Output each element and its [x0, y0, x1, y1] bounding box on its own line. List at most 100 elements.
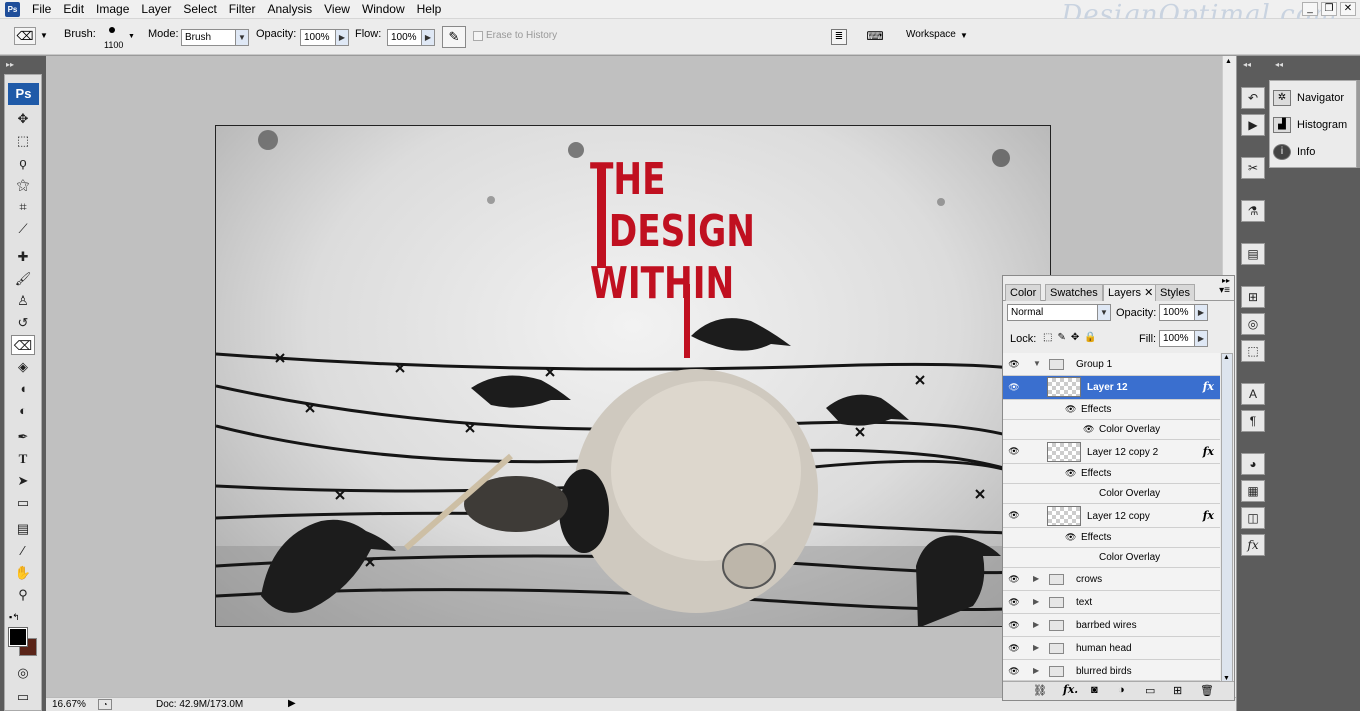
menu-edit[interactable]: Edit: [57, 2, 90, 17]
zoom-level[interactable]: 16.67%: [52, 699, 86, 710]
group-collapsed-icon[interactable]: ▶: [1033, 574, 1039, 583]
group-expanded-icon[interactable]: ▼: [1033, 359, 1041, 368]
opacity-slider-icon[interactable]: ▶: [335, 29, 349, 46]
brush-picker-chevron-icon[interactable]: ▼: [128, 33, 135, 40]
group-row-crows[interactable]: 👁 ▶ crows: [1003, 568, 1220, 591]
paragraph-panel-icon[interactable]: ¶: [1241, 410, 1265, 432]
effects-eye-icon[interactable]: 👁: [1065, 532, 1076, 543]
adjustment-layer-icon[interactable]: ◑: [1118, 684, 1125, 696]
path-selection-tool-icon[interactable]: ➤: [11, 471, 35, 491]
layer-opacity-slider-icon[interactable]: ▶: [1194, 304, 1208, 321]
bridge-icon[interactable]: ⌨: [865, 29, 885, 45]
visibility-eye-icon[interactable]: 👁: [1007, 359, 1021, 369]
fx-icon[interactable]: fx: [1203, 380, 1214, 393]
effects-eye-icon[interactable]: 👁: [1065, 468, 1076, 479]
menu-window[interactable]: Window: [356, 2, 411, 17]
default-colors-icon[interactable]: ▪↰: [9, 612, 20, 623]
group-collapsed-icon[interactable]: ▶: [1033, 597, 1039, 606]
magic-wand-tool-icon[interactable]: ⚝: [11, 175, 35, 195]
panel-menu-icon[interactable]: ▾≡: [1219, 285, 1230, 296]
close-icon[interactable]: ✕: [1340, 2, 1356, 16]
layers-scrollbar[interactable]: ▲ ▼: [1221, 353, 1233, 683]
marquee-tool-icon[interactable]: ⬚: [11, 131, 35, 151]
history-brush-tool-icon[interactable]: ↺: [11, 313, 35, 333]
group-row-barbed-wires[interactable]: 👁 ▶ barrbed wires: [1003, 614, 1220, 637]
menu-layer[interactable]: Layer: [135, 2, 177, 17]
foreground-color-swatch[interactable]: [8, 627, 28, 647]
menu-filter[interactable]: Filter: [223, 2, 262, 17]
add-style-icon[interactable]: fx.: [1063, 683, 1078, 696]
eyedropper-tool-icon[interactable]: ⁄: [11, 541, 35, 561]
document-canvas[interactable]: THE DESIGN WITHIN: [215, 125, 1051, 627]
fx-icon[interactable]: fx: [1203, 445, 1214, 458]
color-panel-icon[interactable]: ◕: [1241, 453, 1265, 475]
dock-expand-icon[interactable]: ◂◂: [1275, 60, 1283, 69]
hand-tool-icon[interactable]: ✋: [11, 563, 35, 583]
group-row-text[interactable]: 👁 ▶ text: [1003, 591, 1220, 614]
palette-well-icon[interactable]: ≣: [831, 29, 847, 45]
lasso-tool-icon[interactable]: ϙ: [11, 153, 35, 173]
menu-select[interactable]: Select: [177, 2, 222, 17]
flow-field[interactable]: 100%: [387, 29, 423, 46]
visibility-eye-icon[interactable]: 👁: [1007, 446, 1021, 456]
visibility-eye-icon[interactable]: 👁: [1007, 510, 1021, 520]
effect-row[interactable]: Color Overlay: [1003, 484, 1220, 504]
layer-row-selected[interactable]: 👁 Layer 12 fx: [1003, 376, 1220, 400]
tab-color[interactable]: Color: [1005, 284, 1042, 301]
group-collapsed-icon[interactable]: ▶: [1033, 620, 1039, 629]
eraser-preset-icon[interactable]: ⌫: [14, 27, 36, 45]
strip-collapse-icon[interactable]: ◂◂: [1243, 60, 1251, 69]
delete-layer-icon[interactable]: 🗑: [1200, 684, 1214, 697]
visibility-eye-icon[interactable]: 👁: [1007, 666, 1021, 676]
tab-styles[interactable]: Styles: [1155, 284, 1195, 301]
status-menu-icon[interactable]: ◔: [98, 699, 112, 710]
pen-tool-icon[interactable]: ✒: [11, 427, 35, 447]
blend-mode-dropdown-icon[interactable]: ▼: [1097, 304, 1111, 321]
visibility-eye-icon[interactable]: 👁: [1007, 597, 1021, 607]
flow-slider-icon[interactable]: ▶: [421, 29, 435, 46]
screen-mode-icon[interactable]: ▭: [11, 687, 35, 707]
group-row-blurred-birds[interactable]: 👁 ▶ blurred birds: [1003, 660, 1220, 681]
status-arrow-icon[interactable]: ▶: [288, 698, 296, 709]
brush-tip-icon[interactable]: [109, 27, 115, 33]
menu-view[interactable]: View: [318, 2, 356, 17]
tab-layers[interactable]: Layers ✕: [1103, 284, 1159, 301]
paint-bucket-tool-icon[interactable]: ◈: [11, 357, 35, 377]
type-tool-icon[interactable]: T: [11, 449, 35, 469]
crop-tool-icon[interactable]: ⌗: [11, 197, 35, 217]
info-item[interactable]: i Info: [1273, 141, 1355, 163]
notes-tool-icon[interactable]: ▤: [11, 519, 35, 539]
shape-tool-icon[interactable]: ▭: [11, 493, 35, 513]
new-layer-icon[interactable]: ⊞: [1173, 684, 1182, 697]
close-tab-icon[interactable]: ✕: [1144, 287, 1153, 299]
clone-stamp-tool-icon[interactable]: ♙: [11, 291, 35, 311]
visibility-eye-icon[interactable]: 👁: [1007, 620, 1021, 630]
healing-brush-tool-icon[interactable]: ✚: [11, 247, 35, 267]
menu-file[interactable]: File: [26, 2, 57, 17]
layer-group-row[interactable]: 👁 ▼ Group 1: [1003, 353, 1220, 376]
opacity-field[interactable]: 100%: [300, 29, 336, 46]
paths-icon[interactable]: ◎: [1241, 313, 1265, 335]
actions-panel-icon[interactable]: ▶: [1241, 114, 1265, 136]
layers-panel-icon[interactable]: ◫: [1241, 507, 1265, 529]
group-collapsed-icon[interactable]: ▶: [1033, 666, 1039, 675]
workspace-chevron-icon[interactable]: ▼: [960, 31, 968, 40]
brushes-panel-icon[interactable]: ⚗: [1241, 200, 1265, 222]
menu-image[interactable]: Image: [90, 2, 135, 17]
lock-buttons[interactable]: ⬚✎✥🔒: [1043, 332, 1102, 343]
group-collapsed-icon[interactable]: ▶: [1033, 643, 1039, 652]
menu-help[interactable]: Help: [411, 2, 448, 17]
channels-icon[interactable]: ⊞: [1241, 286, 1265, 308]
add-mask-icon[interactable]: ◙: [1091, 684, 1098, 696]
scroll-up-icon[interactable]: ▲: [1223, 354, 1230, 361]
quick-mask-icon[interactable]: ◎: [11, 663, 35, 683]
minimize-icon[interactable]: _: [1302, 2, 1318, 16]
visibility-eye-icon[interactable]: 👁: [1007, 643, 1021, 653]
eraser-tool-icon[interactable]: ⌫: [11, 335, 35, 355]
effect-row[interactable]: 👁 Color Overlay: [1003, 420, 1220, 440]
fill-slider-icon[interactable]: ▶: [1194, 330, 1208, 347]
effects-row[interactable]: 👁 Effects: [1003, 528, 1220, 548]
history-panel-icon[interactable]: ↶: [1241, 87, 1265, 109]
effects-eye-icon[interactable]: 👁: [1065, 404, 1076, 415]
zoom-tool-icon[interactable]: ⚲: [11, 585, 35, 605]
